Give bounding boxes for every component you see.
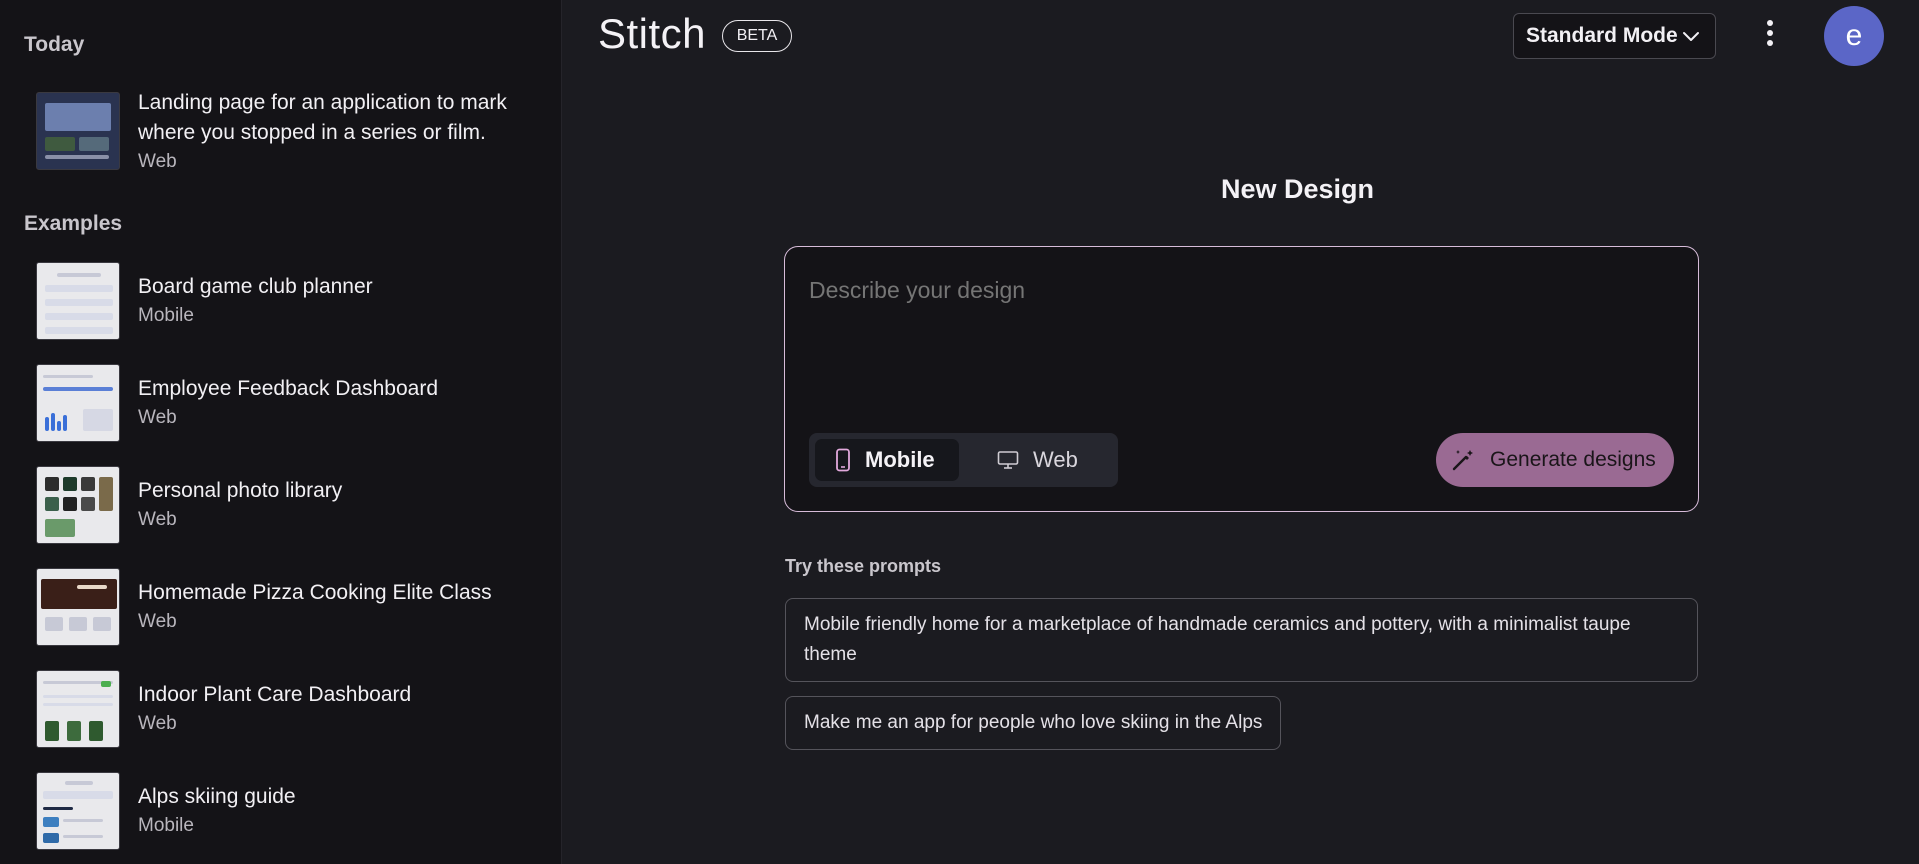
prompt-suggestion-chip[interactable]: Make me an app for people who love skiin… bbox=[785, 696, 1282, 750]
example-item-title: Homemade Pizza Cooking Elite Class bbox=[138, 581, 492, 604]
app-logo[interactable]: Stitch bbox=[598, 10, 706, 58]
example-item[interactable]: Employee Feedback Dashboard Web bbox=[36, 363, 546, 443]
generate-designs-label: Generate designs bbox=[1490, 448, 1656, 471]
mobile-toggle-button[interactable]: Mobile bbox=[815, 439, 959, 481]
design-thumbnail bbox=[36, 364, 120, 442]
example-item-platform: Mobile bbox=[138, 815, 194, 836]
history-item-title: Landing page for an application to mark … bbox=[138, 91, 507, 144]
mode-select[interactable]: Standard Mode bbox=[1513, 13, 1716, 59]
web-toggle-label: Web bbox=[1033, 447, 1078, 472]
example-item-platform: Web bbox=[138, 509, 177, 530]
try-prompts-heading: Try these prompts bbox=[785, 556, 942, 576]
example-item-title: Board game club planner bbox=[138, 275, 373, 298]
avatar[interactable]: e bbox=[1824, 6, 1884, 66]
example-item[interactable]: Indoor Plant Care Dashboard Web bbox=[36, 669, 546, 749]
history-item-platform: Web bbox=[138, 151, 177, 172]
section-title-today: Today bbox=[24, 33, 85, 56]
example-item-platform: Web bbox=[138, 713, 177, 734]
example-item[interactable]: Personal photo library Web bbox=[36, 465, 546, 545]
chevron-down-icon bbox=[1683, 32, 1699, 41]
example-item[interactable]: Board game club planner Mobile bbox=[36, 261, 546, 341]
page-title: New Design bbox=[0, 174, 1919, 205]
prompt-suggestion-text: Make me an app for people who love skiin… bbox=[804, 712, 1263, 733]
design-thumbnail bbox=[36, 568, 120, 646]
generate-designs-button[interactable]: Generate designs bbox=[1436, 433, 1674, 487]
platform-toggle: Mobile Web bbox=[809, 433, 1118, 487]
more-options-icon[interactable] bbox=[1755, 20, 1785, 52]
sidebar: Today Landing page for an application to… bbox=[0, 0, 562, 864]
magic-wand-icon bbox=[1452, 450, 1473, 471]
monitor-icon bbox=[997, 451, 1019, 469]
page-title-text: New Design bbox=[1220, 174, 1375, 204]
phone-icon bbox=[836, 448, 850, 472]
example-item-platform: Web bbox=[138, 611, 177, 632]
design-thumbnail bbox=[36, 772, 120, 850]
example-item-platform: Mobile bbox=[138, 305, 194, 326]
prompt-suggestion-chip[interactable]: Mobile friendly home for a marketplace o… bbox=[785, 598, 1698, 682]
example-item[interactable]: Homemade Pizza Cooking Elite Class Web bbox=[36, 567, 546, 647]
example-item-platform: Web bbox=[138, 407, 177, 428]
prompt-input[interactable] bbox=[809, 277, 1669, 304]
beta-badge: BETA bbox=[722, 20, 792, 52]
section-title-examples: Examples bbox=[24, 212, 123, 235]
prompt-suggestion-text: Mobile friendly home for a marketplace o… bbox=[804, 614, 1631, 665]
example-item[interactable]: Alps skiing guide Mobile bbox=[36, 771, 546, 851]
example-item-title: Indoor Plant Care Dashboard bbox=[138, 683, 412, 706]
design-thumbnail bbox=[36, 466, 120, 544]
design-thumbnail bbox=[36, 262, 120, 340]
example-item-title: Personal photo library bbox=[138, 479, 343, 502]
example-item-title: Alps skiing guide bbox=[138, 785, 296, 808]
example-item-title: Employee Feedback Dashboard bbox=[138, 377, 439, 400]
mode-select-label: Standard Mode bbox=[1526, 24, 1678, 47]
design-thumbnail bbox=[36, 92, 120, 170]
history-item[interactable]: Landing page for an application to mark … bbox=[36, 91, 546, 172]
web-toggle-button[interactable]: Web bbox=[997, 439, 1097, 481]
prompt-composer: Mobile Web Generate designs bbox=[784, 246, 1699, 512]
mobile-toggle-label: Mobile bbox=[865, 447, 935, 472]
design-thumbnail bbox=[36, 670, 120, 748]
